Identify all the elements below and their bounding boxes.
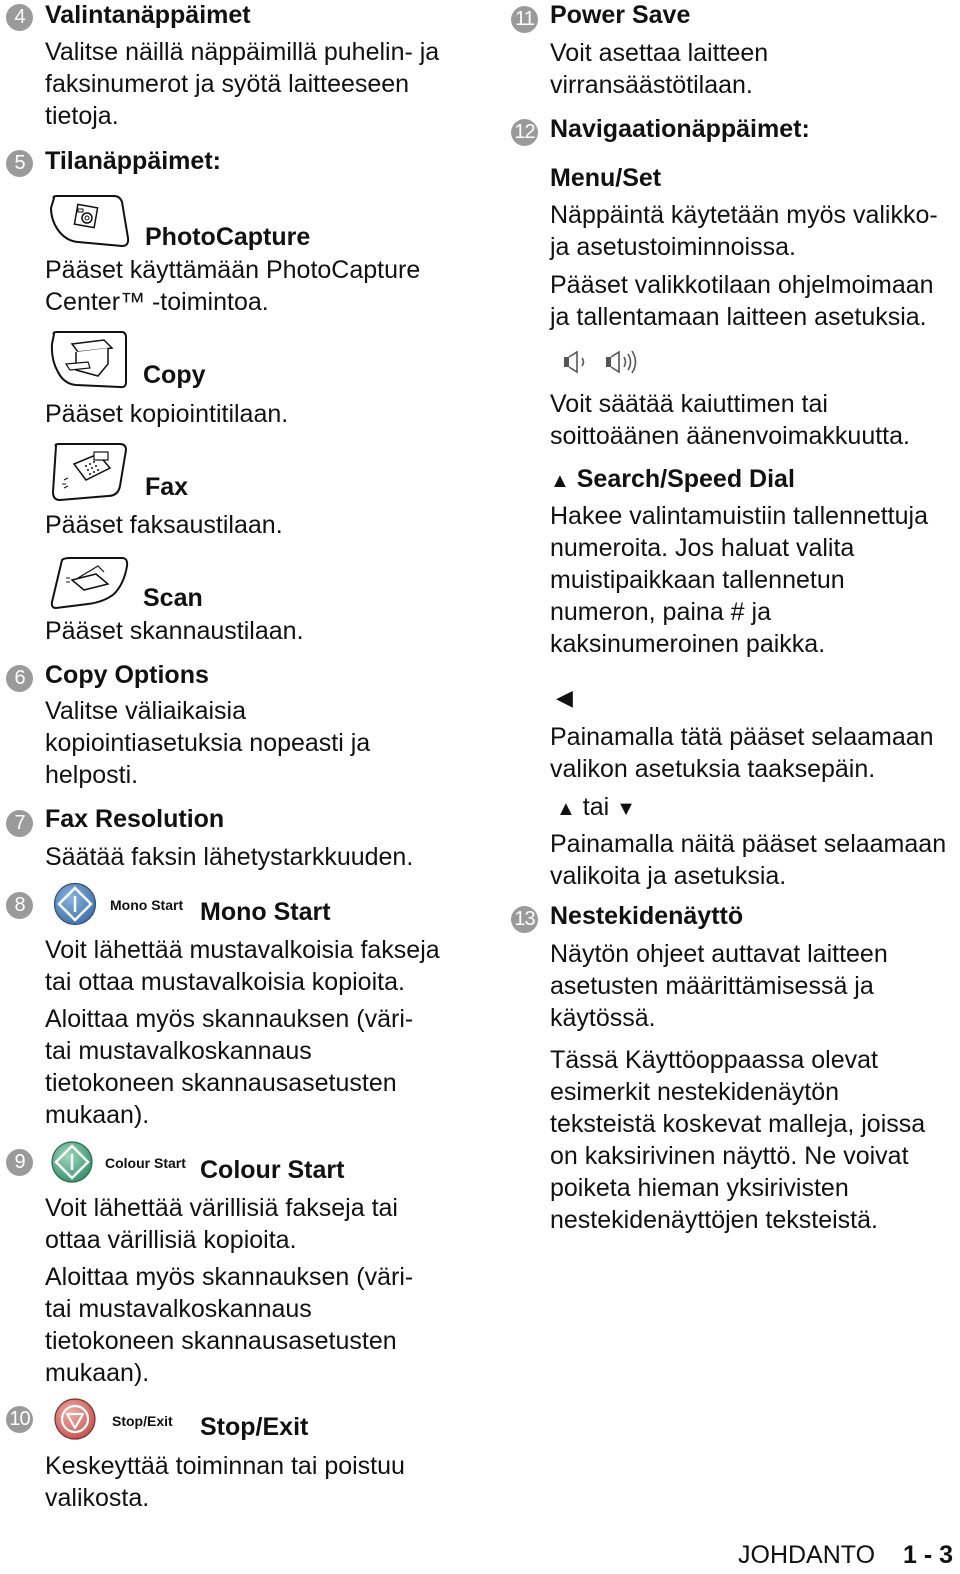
up-arrow-icon: ▲	[550, 470, 570, 492]
description-copy: Pääset kopiointitilaan.	[45, 400, 289, 428]
mono-start-button-icon[interactable]	[53, 882, 97, 926]
description-search-speed-dial: Hakee valintamuistiin tallennettuja nume…	[550, 502, 928, 658]
number-badge-5: 5	[6, 150, 33, 177]
page-number: 1 - 3	[903, 1541, 954, 1569]
description-mono-start-2: Aloittaa myös skannauksen (väri- tai mus…	[45, 1005, 414, 1129]
description-nestekidenaytto-2: Tässä Käyttöoppaassa olevat esimerkit ne…	[550, 1046, 926, 1234]
up-arrow-icon[interactable]: ▲	[556, 798, 576, 820]
photocapture-icon[interactable]	[48, 194, 130, 250]
description-up-down: Painamalla näitä pääset selaamaan valiko…	[550, 830, 947, 890]
number-badge-8: 8	[6, 892, 33, 919]
description-menu-set-2: Pääset valikkotilaan ohjelmoimaan ja tal…	[550, 271, 934, 331]
description-colour-start-1: Voit lähettää värillisiä fakseja tai ott…	[45, 1194, 398, 1254]
heading-fax-resolution: Fax Resolution	[45, 805, 225, 833]
description-volume: Voit säätää kaiuttimen tai soittoäänen ä…	[550, 390, 910, 450]
search-speed-dial-heading: ▲ Search/Speed Dial	[550, 464, 795, 496]
heading-tilanappaimet: Tilanäppäimet:	[45, 147, 221, 175]
scan-icon[interactable]	[48, 556, 130, 612]
description-colour-start-2: Aloittaa myös skannauksen (väri- tai mus…	[45, 1263, 414, 1387]
volume-high-icon[interactable]	[604, 348, 644, 376]
up-down-keys: ▲ tai ▼	[556, 792, 636, 824]
description-back: Painamalla tätä pääset selaamaan valikon…	[550, 723, 934, 783]
key-label-copy: Copy	[143, 361, 206, 389]
colour-start-caption: Colour Start	[105, 1155, 186, 1171]
key-label-photocapture: PhotoCapture	[145, 223, 311, 251]
heading-mono-start: Mono Start	[200, 898, 331, 926]
mono-start-caption: Mono Start	[110, 897, 184, 913]
number-badge-12: 12	[511, 119, 538, 146]
down-arrow-icon[interactable]: ▼	[616, 798, 636, 820]
search-speed-dial-label: Search/Speed Dial	[576, 465, 795, 493]
heading-navigaationappaimet: Navigaationäppäimet:	[550, 115, 810, 143]
description-fax-resolution: Säätää faksin lähetystarkkuuden.	[45, 843, 414, 871]
footer-section-label: JOHDANTO	[738, 1541, 876, 1569]
description-nestekidenaytto-1: Näytön ohjeet auttavat laitteen asetuste…	[550, 940, 888, 1032]
number-badge-10: 10	[6, 1406, 33, 1433]
number-badge-13: 13	[511, 906, 538, 933]
key-label-fax: Fax	[145, 473, 189, 501]
heading-nestekidenaytto: Nestekidenäyttö	[550, 902, 744, 930]
description-menu-set-1: Näppäintä käytetään myös valikko- ja ase…	[550, 201, 938, 261]
heading-menu-set: Menu/Set	[550, 164, 662, 192]
heading-valintanappaimet: Valintanäppäimet	[45, 1, 251, 29]
or-word: tai	[582, 793, 610, 821]
volume-low-icon[interactable]	[562, 350, 594, 374]
number-badge-6: 6	[6, 665, 33, 692]
description-photocapture: Pääset käyttämään PhotoCapture Center™ -…	[45, 256, 421, 316]
key-label-scan: Scan	[143, 584, 203, 612]
number-badge-4: 4	[6, 4, 33, 31]
left-arrow-icon[interactable]: ◀	[556, 684, 573, 712]
description-fax: Pääset faksaustilaan.	[45, 511, 283, 539]
stop-exit-button-icon[interactable]	[53, 1397, 97, 1441]
copy-icon[interactable]	[48, 330, 130, 390]
fax-icon[interactable]	[48, 442, 130, 502]
colour-start-button-icon[interactable]	[50, 1140, 94, 1184]
heading-stop-exit: Stop/Exit	[200, 1413, 309, 1441]
description-mono-start-1: Voit lähettää mustavalkoisia fakseja tai…	[45, 936, 440, 996]
number-badge-7: 7	[6, 810, 33, 837]
description-power-save: Voit asettaa laitteen virransäästötilaan…	[550, 39, 769, 99]
heading-colour-start: Colour Start	[200, 1156, 345, 1184]
heading-copy-options: Copy Options	[45, 661, 209, 689]
number-badge-9: 9	[6, 1149, 33, 1176]
stop-exit-caption: Stop/Exit	[112, 1413, 173, 1429]
description-valintanappaimet: Valitse näillä näppäimillä puhelin- ja f…	[45, 38, 440, 130]
description-copy-options: Valitse väliaikaisia kopiointiasetuksia …	[45, 697, 371, 789]
heading-power-save: Power Save	[550, 1, 691, 29]
description-scan: Pääset skannaustilaan.	[45, 617, 304, 645]
description-stop-exit: Keskeyttää toiminnan tai poistuu valikos…	[45, 1452, 405, 1512]
number-badge-11: 11	[511, 6, 538, 33]
